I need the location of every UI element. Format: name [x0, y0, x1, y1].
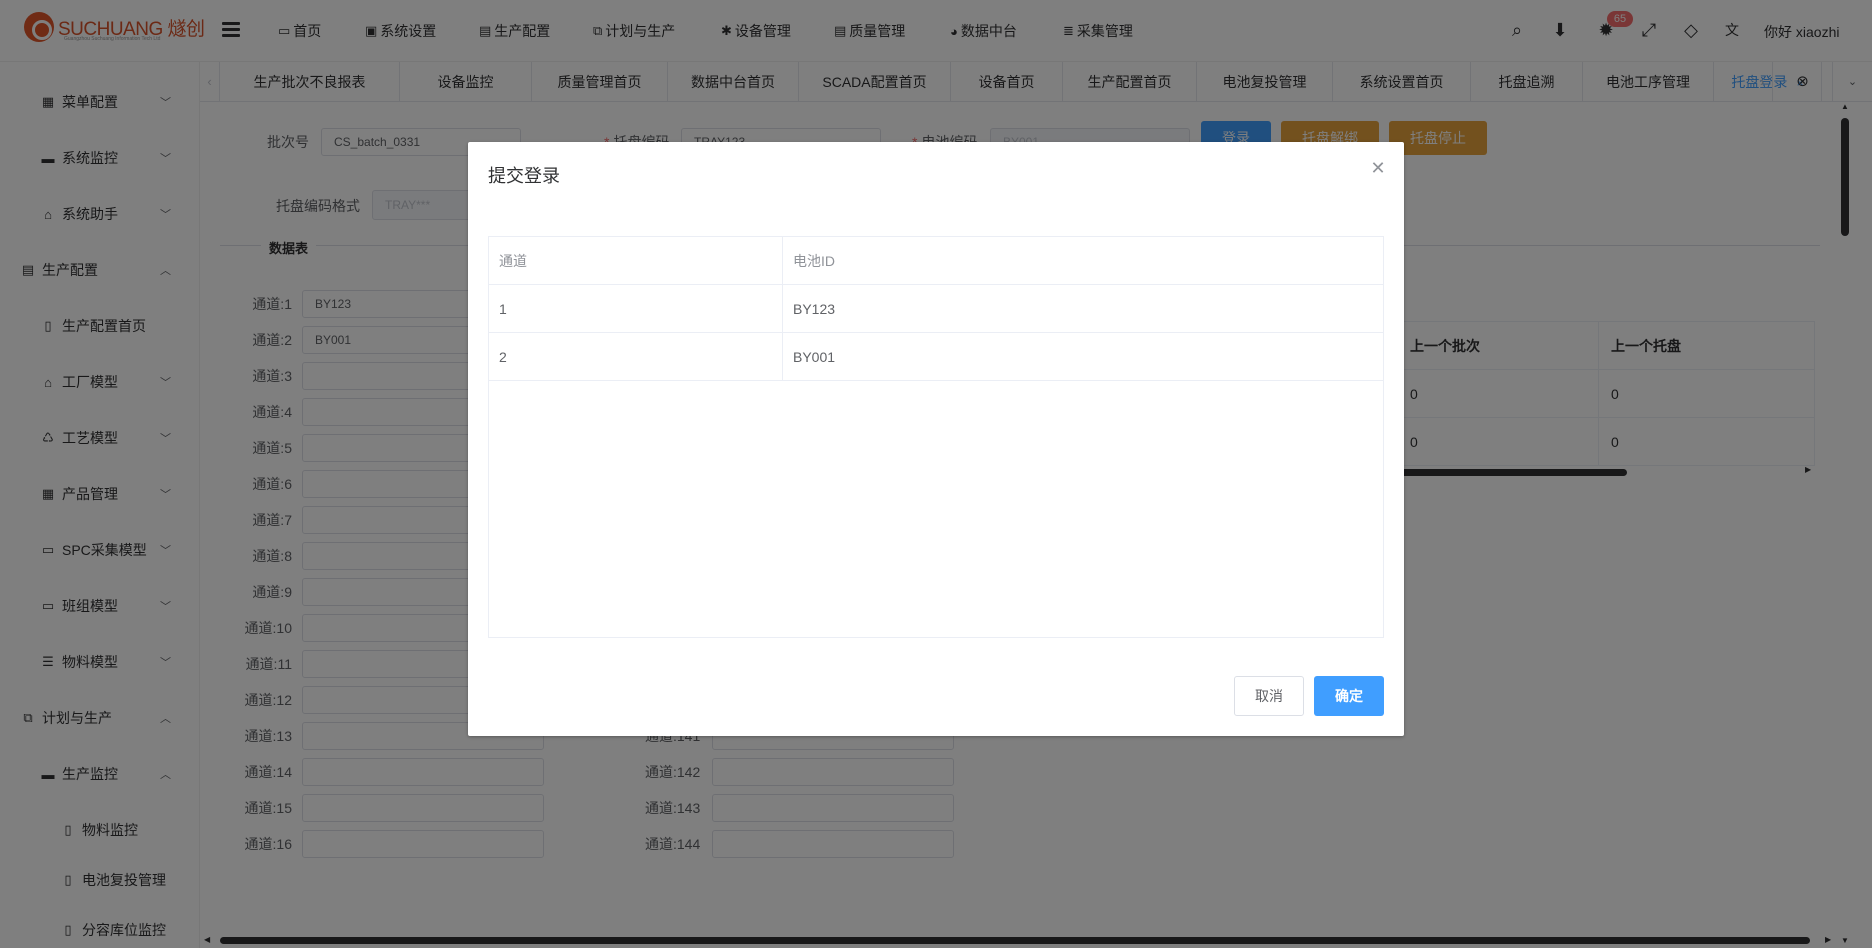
close-icon[interactable]: ✕	[1368, 158, 1388, 178]
table-cell-channel: 2	[489, 333, 782, 381]
table-cell-battery-id: BY001	[782, 333, 1383, 381]
dialog-title: 提交登录	[488, 166, 560, 186]
table-cell-channel: 1	[489, 285, 782, 333]
cancel-button[interactable]: 取消	[1234, 676, 1304, 716]
column-header-battery-id: 电池ID	[782, 237, 1383, 285]
table-cell-battery-id: BY123	[782, 285, 1383, 333]
confirm-button[interactable]: 确定	[1314, 676, 1384, 716]
dialog-table: 通道 电池ID 1 BY123 2 BY001	[488, 236, 1384, 638]
submit-login-dialog: 提交登录 ✕ 通道 电池ID 1 BY123 2 BY001 取消 确定	[468, 142, 1404, 736]
column-header-channel: 通道	[489, 237, 782, 285]
